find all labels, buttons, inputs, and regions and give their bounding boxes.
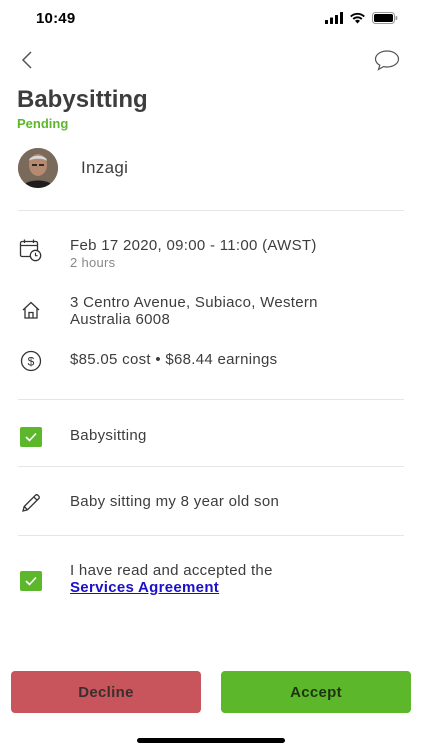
pencil-icon xyxy=(18,490,44,516)
datetime-row: Feb 17 2020, 09:00 - 11:00 (AWST) 2 hour… xyxy=(18,237,404,271)
agreement-block: I have read and accepted the Services Ag… xyxy=(70,562,273,596)
agreement-text: I have read and accepted the xyxy=(70,562,273,579)
chevron-left-icon xyxy=(21,51,32,69)
svg-text:$: $ xyxy=(28,354,35,368)
chat-button[interactable] xyxy=(372,46,402,74)
note-text: Baby sitting my 8 year old son xyxy=(70,493,280,510)
divider xyxy=(18,399,404,400)
battery-icon xyxy=(372,12,398,24)
status-badge: Pending xyxy=(17,116,69,131)
nav-bar xyxy=(0,44,422,76)
checkmark-icon xyxy=(25,432,37,442)
home-icon xyxy=(18,297,44,323)
back-button[interactable] xyxy=(14,46,40,74)
address-line-1: 3 Centro Avenue, Subiaco, Western xyxy=(70,294,318,311)
signal-icon xyxy=(325,12,343,24)
agreement-row: I have read and accepted the Services Ag… xyxy=(18,562,404,596)
user-name: Inzagi xyxy=(81,158,129,177)
avatar-image xyxy=(18,148,58,188)
decline-button[interactable]: Decline xyxy=(11,671,201,713)
agreement-checkbox[interactable] xyxy=(20,571,42,591)
calendar-clock-icon xyxy=(18,237,44,263)
status-icons xyxy=(325,12,398,24)
status-bar: 10:49 xyxy=(0,0,422,40)
dollar-circle-icon: $ xyxy=(18,348,44,374)
page-title: Babysitting xyxy=(17,86,148,113)
wifi-icon xyxy=(350,12,365,24)
datetime-text: Feb 17 2020, 09:00 - 11:00 (AWST) xyxy=(70,237,317,254)
accept-button[interactable]: Accept xyxy=(221,671,411,713)
divider xyxy=(18,466,404,467)
avatar xyxy=(18,148,58,188)
home-indicator xyxy=(137,738,285,743)
chat-bubble-icon xyxy=(374,50,400,71)
address-line-2: Australia 6008 xyxy=(70,311,171,328)
agreement-checkbox-wrap xyxy=(18,568,44,594)
note-row[interactable]: Baby sitting my 8 year old son xyxy=(18,490,404,516)
status-time: 10:49 xyxy=(36,10,76,27)
cost-text: $85.05 cost • $68.44 earnings xyxy=(70,351,278,368)
checkmark-icon xyxy=(25,576,37,586)
service-checkbox[interactable] xyxy=(20,427,42,447)
divider xyxy=(18,210,404,211)
cost-row: $ $85.05 cost • $68.44 earnings xyxy=(18,348,404,374)
divider xyxy=(18,535,404,536)
services-agreement-link[interactable]: Services Agreement xyxy=(70,579,273,596)
service-row[interactable]: Babysitting xyxy=(18,424,404,450)
address-block: 3 Centro Avenue, Subiaco, Western Austra… xyxy=(70,294,318,328)
datetime-block: Feb 17 2020, 09:00 - 11:00 (AWST) 2 hour… xyxy=(70,237,317,271)
service-label: Babysitting xyxy=(70,427,147,444)
service-checkbox-wrap xyxy=(18,424,44,450)
duration-text: 2 hours xyxy=(70,255,116,270)
address-row: 3 Centro Avenue, Subiaco, Western Austra… xyxy=(18,294,404,328)
user-row[interactable]: Inzagi xyxy=(18,148,128,188)
